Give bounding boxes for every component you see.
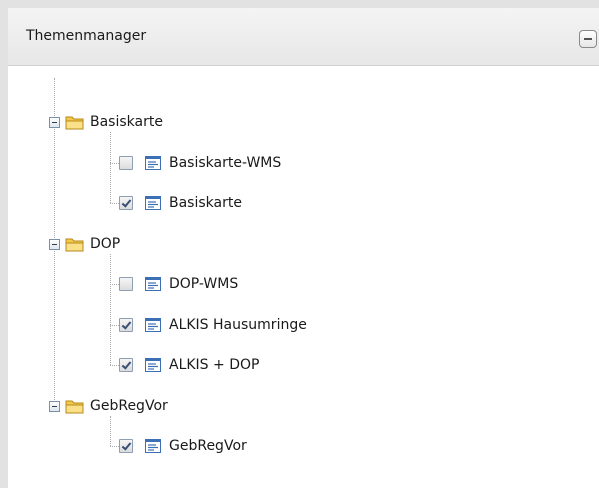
layer-tree: Basiskarte Basiskarte-WMS Basiskarte DOP DOP…	[8, 66, 599, 488]
layer-list-icon	[145, 155, 161, 170]
tree-group-label[interactable]: Basiskarte	[90, 112, 163, 132]
collapse-panel-button[interactable]	[579, 30, 597, 48]
tree-layer-label[interactable]: Basiskarte	[169, 193, 242, 213]
folder-icon	[65, 236, 85, 252]
tree-group-row[interactable]: Basiskarte	[8, 112, 568, 134]
folder-icon	[65, 398, 85, 414]
tree-layer-label[interactable]: Basiskarte-WMS	[169, 153, 281, 173]
layer-list-icon	[145, 358, 161, 372]
tree-connector	[110, 446, 119, 447]
tree-layer-label[interactable]: GebRegVor	[169, 436, 247, 456]
layer-visibility-checkbox[interactable]	[119, 317, 133, 332]
layer-visibility-checkbox[interactable]	[119, 155, 133, 170]
collapse-group-icon[interactable]	[49, 400, 60, 412]
tree-connector	[110, 365, 119, 366]
tree-branch-line	[110, 253, 111, 365]
tree-layer-row[interactable]: ALKIS + DOP	[8, 355, 568, 377]
tree-layer-label[interactable]: ALKIS + DOP	[169, 355, 259, 375]
layer-list-icon	[145, 196, 161, 210]
folder-icon	[65, 114, 85, 130]
panel-title: Themenmanager	[26, 28, 147, 44]
layer-list-icon	[145, 317, 161, 332]
tree-connector	[110, 203, 119, 204]
tree-layer-row[interactable]: ALKIS Hausumringe	[8, 315, 568, 337]
tree-layer-label[interactable]: DOP-WMS	[169, 274, 238, 294]
layer-visibility-checkbox[interactable]	[119, 196, 133, 210]
layer-list-icon	[145, 277, 161, 291]
tree-layer-row[interactable]: GebRegVor	[8, 436, 568, 458]
tree-group-label[interactable]: GebRegVor	[90, 396, 168, 416]
tree-connector	[110, 162, 119, 164]
tree-layer-row[interactable]: DOP-WMS	[8, 274, 568, 296]
tree-layer-label[interactable]: ALKIS Hausumringe	[169, 315, 307, 335]
layer-list-icon	[145, 439, 161, 453]
layer-visibility-checkbox[interactable]	[119, 439, 133, 453]
tree-group-label[interactable]: DOP	[90, 234, 120, 254]
collapse-group-icon[interactable]	[49, 238, 60, 250]
tree-group-row[interactable]: DOP	[8, 234, 568, 256]
tree-connector	[110, 324, 119, 326]
panel-header: Themenmanager	[8, 8, 599, 66]
tree-layer-row[interactable]: Basiskarte	[8, 193, 568, 215]
layer-visibility-checkbox[interactable]	[119, 358, 133, 372]
tree-layer-row[interactable]: Basiskarte-WMS	[8, 153, 568, 175]
tree-connector	[110, 284, 119, 285]
tree-branch-line	[110, 132, 111, 203]
collapse-group-icon[interactable]	[49, 117, 60, 128]
layer-visibility-checkbox[interactable]	[119, 277, 133, 291]
tree-branch-line	[110, 415, 111, 446]
theme-manager-panel: Themenmanager Basiskarte Basiskarte-WMS Ba…	[0, 0, 599, 488]
tree-group-row[interactable]: GebRegVor	[8, 396, 568, 418]
